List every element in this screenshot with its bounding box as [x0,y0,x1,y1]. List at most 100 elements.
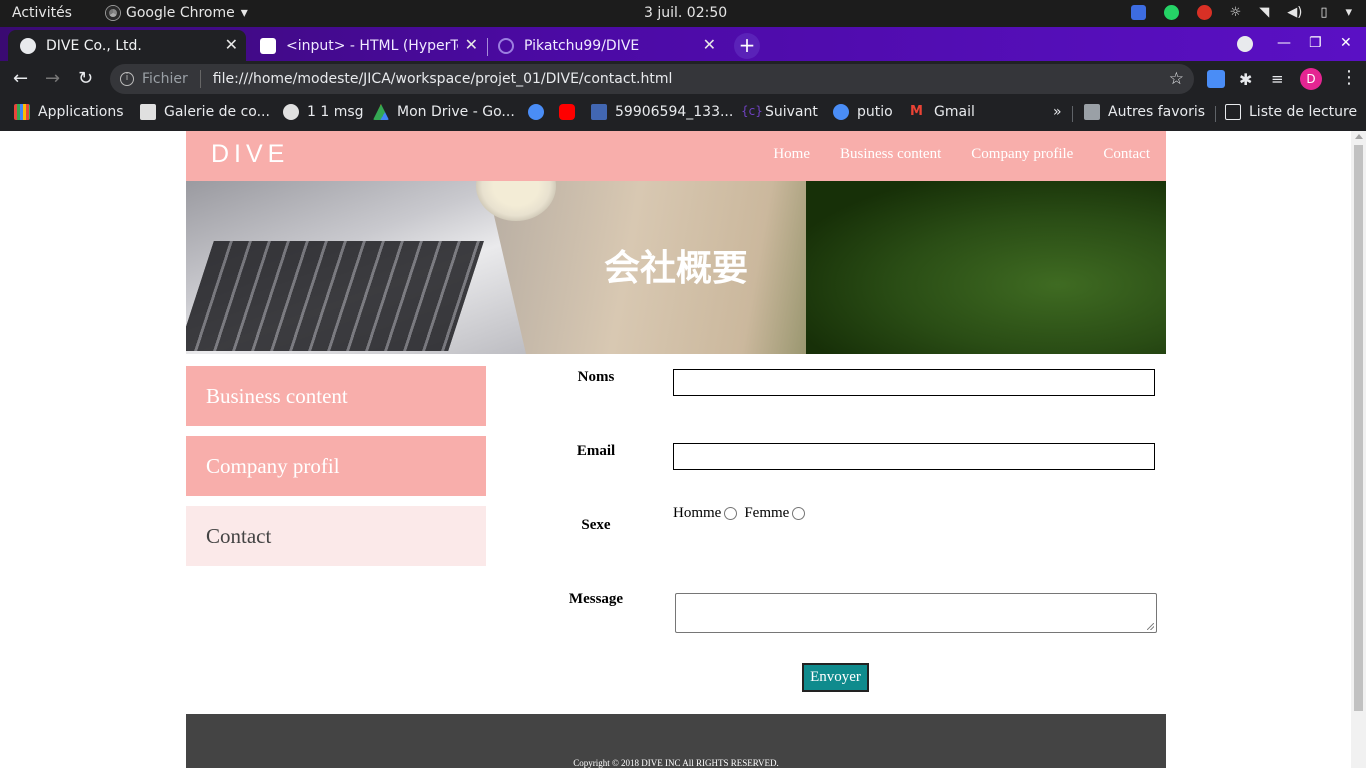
tab-title: Pikatchu99/DIVE [524,37,640,54]
message-textarea[interactable] [675,593,1157,633]
hero-title: 会社概要 [603,248,748,289]
brightness-icon[interactable]: ☼ [1230,5,1242,20]
bookmark-label: Gmail [934,104,975,120]
whatsapp-icon[interactable] [1163,5,1179,20]
url-text[interactable]: file:///home/modeste/JICA/workspace/proj… [213,71,673,87]
reload-icon[interactable]: ↻ [78,68,93,89]
name-label: Noms [577,369,615,385]
bookmarks-bar: Applications Galerie de co... 1 1 msg Mo… [0,97,1366,131]
more-menu-icon[interactable]: ⋮ [1340,67,1358,88]
browser-toolbar: ← → ↻ i Fichier file:///home/modeste/JIC… [0,61,1366,97]
bookmark-label: Mon Drive - Go... [397,104,515,120]
message-label: Message [568,591,624,607]
app-menu-label: Google Chrome [126,5,235,21]
female-radio[interactable] [792,507,806,520]
bookmark-msg[interactable]: 1 1 msg [283,104,364,120]
page-viewport: DIVE Home Business content Company profi… [0,131,1351,768]
bookmark-globe[interactable] [528,104,552,120]
back-arrow-icon[interactable]: ← [13,68,28,89]
info-icon[interactable]: i [120,72,134,86]
profile-avatar[interactable]: D [1300,68,1322,90]
wifi-icon[interactable]: ◥ [1259,5,1269,20]
tab-dive[interactable]: DIVE Co., Ltd. ✕ [8,30,246,61]
scroll-up-arrow-icon[interactable] [1355,134,1363,139]
close-icon[interactable]: ✕ [225,35,238,54]
submit-button[interactable]: Envoyer [802,663,869,692]
sidebar-item-company-profil[interactable]: Company profil [186,436,486,496]
tab-title: DIVE Co., Ltd. [46,37,142,54]
bookmark-applications[interactable]: Applications [14,104,124,120]
restore-icon[interactable]: ❐ [1309,35,1322,51]
other-bookmarks-folder[interactable]: Autres favoris [1084,104,1205,120]
app-menu[interactable]: Google Chrome ▾ [106,5,248,21]
folder-icon [1084,104,1100,120]
chevron-down-icon: ▾ [240,5,248,21]
minimize-icon[interactable]: — [1277,35,1291,51]
male-radio[interactable] [724,507,738,520]
site-nav: Home Business content Company profile Co… [773,146,1150,163]
battery-icon[interactable]: ▯ [1320,5,1327,20]
translate-extension-icon[interactable] [1207,70,1225,88]
tab-title: <input> - HTML (HyperTex [286,37,458,54]
nav-company-profile-link[interactable]: Company profile [971,146,1073,163]
reading-list-button[interactable]: Liste de lecture [1225,104,1357,120]
window-close-icon[interactable]: ✕ [1340,35,1352,51]
content-area: Business content Company profil Contact … [186,354,1166,714]
footer-copyright: Copyright © 2018 DIVE INC All RIGHTS RES… [573,758,779,768]
gallery-icon [140,104,156,120]
bookmark-label: Autres favoris [1108,104,1206,120]
sidebar-item-business-content[interactable]: Business content [186,366,486,426]
bookmark-drive[interactable]: Mon Drive - Go... [373,104,515,120]
site-logo[interactable]: DIVE [211,140,289,169]
gmail-tray-icon[interactable] [1196,5,1212,20]
extensions-puzzle-icon[interactable]: ✱ [1239,70,1257,89]
youtube-icon [559,104,575,120]
google-drive-icon [373,104,389,120]
bookmark-putio[interactable]: putio [833,104,893,120]
system-menu-chevron-icon[interactable]: ▾ [1345,5,1352,20]
globe-icon [283,104,299,120]
forward-arrow-icon[interactable]: → [45,68,60,89]
scrollbar-thumb[interactable] [1354,145,1363,711]
media-control-icon[interactable]: ≡ [1271,70,1289,88]
volume-icon[interactable]: ◀) [1287,5,1302,20]
bookmark-separator [1215,106,1216,122]
activities-button[interactable]: Activités [12,5,72,21]
gmail-icon: M [910,104,923,119]
nav-business-content-link[interactable]: Business content [840,146,941,163]
close-icon[interactable]: ✕ [703,35,716,54]
address-bar[interactable]: i Fichier file:///home/modeste/JICA/work… [110,64,1194,94]
globe-blue-icon [528,104,544,120]
system-clock[interactable]: 3 juil. 02:50 [644,5,727,21]
github-icon [498,37,514,54]
tab-search-icon[interactable] [1237,36,1253,52]
bookmark-label: Applications [38,104,124,120]
site-container: DIVE Home Business content Company profi… [186,131,1166,768]
bracket-icon: {c} [741,104,763,118]
close-icon[interactable]: ✕ [465,35,478,54]
email-label: Email [576,443,616,459]
site-footer: Copyright © 2018 DIVE INC All RIGHTS RES… [186,714,1166,768]
bookmarks-overflow-button[interactable]: » [1053,104,1062,120]
bookmark-suivant[interactable]: {c} Suivant [741,104,818,120]
bookmark-facebook[interactable]: 59906594_133... [591,104,733,120]
sidebar-item-contact[interactable]: Contact [186,506,486,566]
bookmark-star-icon[interactable]: ☆ [1169,69,1184,89]
email-input[interactable] [673,443,1155,470]
system-tray: ☼ ◥ ◀) ▯ ▾ [1130,5,1352,20]
bookmark-gmail[interactable]: M Gmail [910,104,975,120]
bookmark-youtube[interactable] [559,104,583,120]
resize-grip-icon[interactable] [1147,623,1154,630]
apps-grid-icon [14,104,30,120]
bookmark-separator [1072,106,1073,122]
bookmark-gallery[interactable]: Galerie de co... [140,104,270,120]
tray-app-icon[interactable] [1130,5,1146,20]
tab-mdn-input[interactable]: <input> - HTML (HyperTex ✕ [248,30,486,61]
nav-contact-link[interactable]: Contact [1103,146,1150,163]
new-tab-button[interactable]: + [734,33,760,59]
sex-radio-group: Homme Femme [673,505,809,522]
tab-github[interactable]: Pikatchu99/DIVE ✕ [486,30,724,61]
nav-home-link[interactable]: Home [773,146,810,163]
name-input[interactable] [673,369,1155,396]
page-scrollbar[interactable] [1351,131,1366,768]
